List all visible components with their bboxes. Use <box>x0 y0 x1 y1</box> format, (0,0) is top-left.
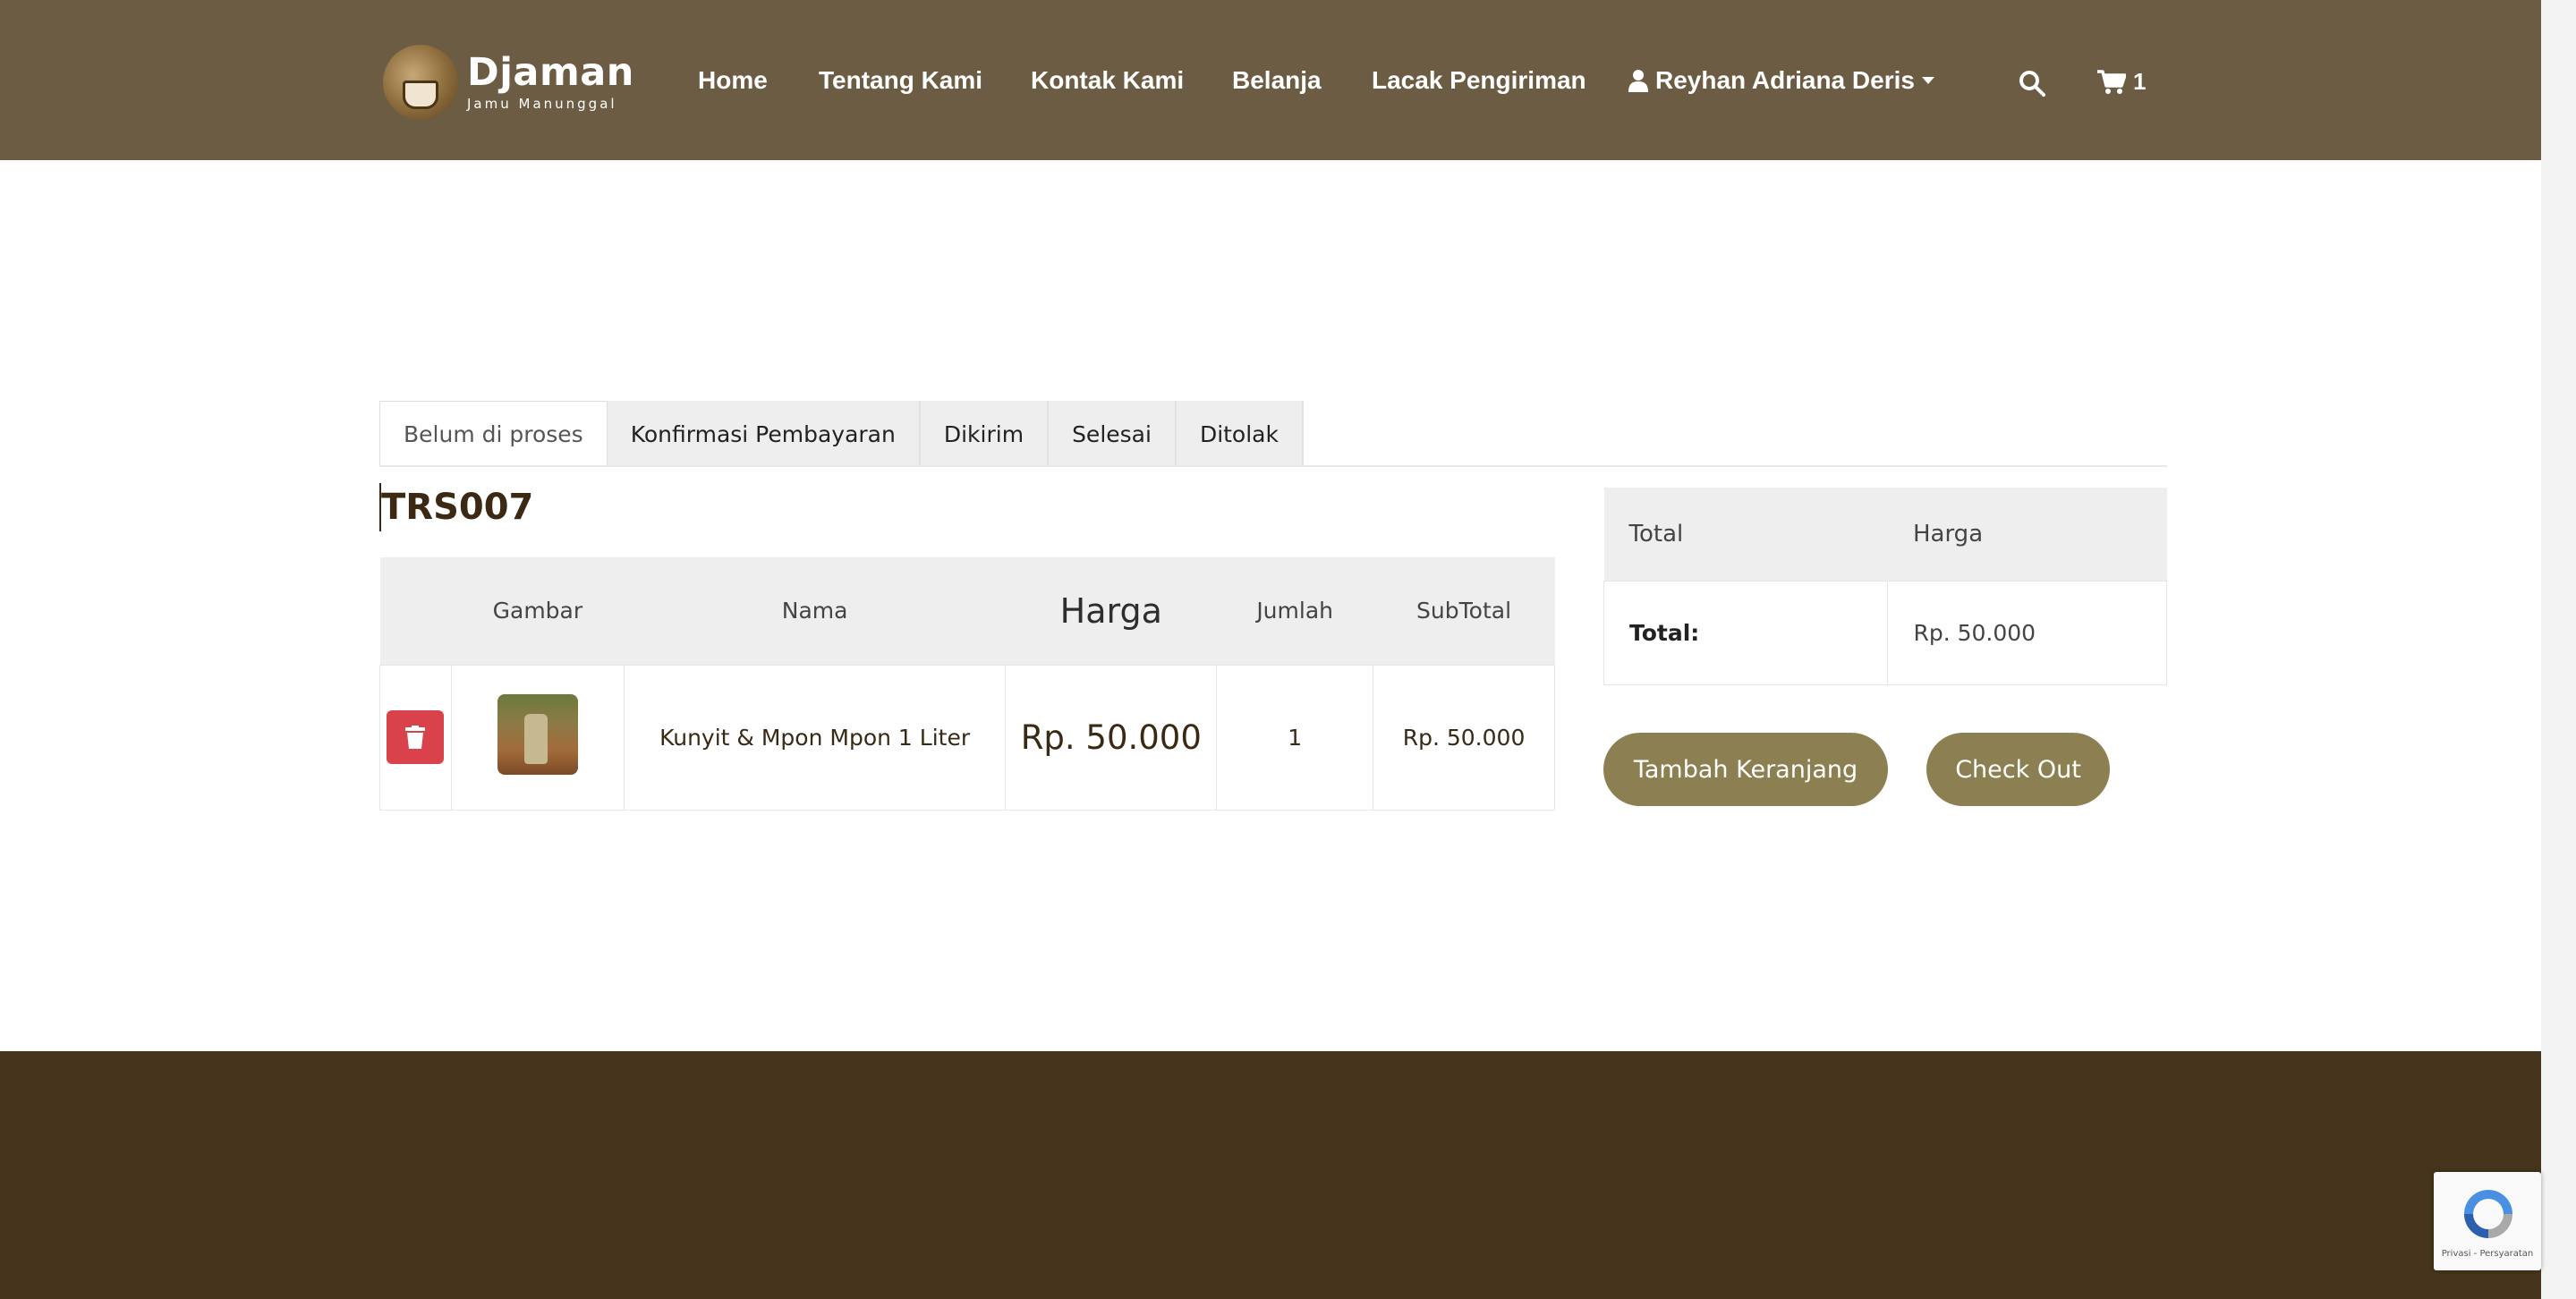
tab-selesai[interactable]: Selesai <box>1049 401 1177 467</box>
tab-belum-di-proses[interactable]: Belum di proses <box>379 401 608 467</box>
nav-belanja[interactable]: Belanja <box>1232 66 1322 95</box>
summary-header-row: Total Harga <box>1603 488 2167 581</box>
nav-tentang-kami[interactable]: Tentang Kami <box>819 66 982 95</box>
row-action-cell <box>379 664 452 811</box>
summary-col-harga: Harga <box>1887 488 2167 581</box>
add-cart-button[interactable]: Tambah Keranjang <box>1603 733 1888 806</box>
tab-konfirmasi-pembayaran[interactable]: Konfirmasi Pembayaran <box>607 401 921 467</box>
user-icon <box>1628 70 1648 92</box>
brand-title: Djaman <box>467 50 634 95</box>
nav-home[interactable]: Home <box>698 66 768 95</box>
total-label: Total: <box>1603 580 1889 685</box>
page-scrollbar[interactable] <box>2541 0 2576 1299</box>
logo-icon <box>383 45 458 120</box>
brand-subtitle: Jamu Manunggal <box>467 96 617 112</box>
delete-button[interactable] <box>387 710 445 764</box>
recaptcha-icon <box>2464 1190 2512 1238</box>
row-image-cell <box>450 664 625 811</box>
order-id: TRS007 <box>379 483 533 531</box>
cart-count: 1 <box>2133 68 2147 95</box>
cart-button[interactable]: 1 <box>2097 68 2146 96</box>
summary-table: Total Harga Total: Rp. 50.000 <box>1603 488 2167 685</box>
search-icon[interactable] <box>2019 70 2045 97</box>
trash-icon <box>405 726 426 749</box>
col-subtotal: SubTotal <box>1373 557 1555 665</box>
product-qty: 1 <box>1216 664 1374 811</box>
nav-kontak-kami[interactable]: Kontak Kami <box>1031 66 1184 95</box>
brand-logo[interactable]: Djaman Jamu Manunggal <box>383 45 634 120</box>
col-gambar: Gambar <box>451 557 625 665</box>
header: Djaman Jamu Manunggal Home Tentang Kami … <box>0 0 2541 160</box>
col-action <box>379 557 452 665</box>
table-row: Kunyit & Mpon Mpon 1 Liter Rp. 50.000 1 … <box>379 664 1555 811</box>
footer <box>0 1051 2541 1299</box>
page: Djaman Jamu Manunggal Home Tentang Kami … <box>0 0 2576 1299</box>
recaptcha-text: Privasi - Persyaratan <box>2441 1249 2534 1259</box>
user-dropdown[interactable]: Reyhan Adriana Deris <box>1628 66 1934 95</box>
tab-ditolak[interactable]: Ditolak <box>1176 401 1304 467</box>
col-harga: Harga <box>1005 557 1217 665</box>
nav-lacak-pengiriman[interactable]: Lacak Pengiriman <box>1372 66 1586 95</box>
col-jumlah: Jumlah <box>1216 557 1373 665</box>
user-name: Reyhan Adriana Deris <box>1655 66 1915 94</box>
product-name: Kunyit & Mpon Mpon 1 Liter <box>623 664 1007 811</box>
cart-icon <box>2097 69 2126 94</box>
chevron-down-icon <box>1921 77 1934 84</box>
total-value: Rp. 50.000 <box>1887 580 2167 685</box>
summary-col-total: Total <box>1603 488 1888 581</box>
table-header-row: Gambar Nama Harga Jumlah SubTotal <box>379 557 1555 665</box>
tab-dikirim[interactable]: Dikirim <box>920 401 1050 467</box>
product-subtotal: Rp. 50.000 <box>1373 664 1555 811</box>
order-status-tabs: Belum di proses Konfirmasi Pembayaran Di… <box>379 401 1304 467</box>
tabs-divider <box>379 465 2167 467</box>
recaptcha-badge[interactable]: Privasi - Persyaratan <box>2434 1172 2541 1270</box>
checkout-button[interactable]: Check Out <box>1926 733 2110 806</box>
col-nama: Nama <box>624 557 1006 665</box>
summary-row: Total: Rp. 50.000 <box>1603 580 2167 685</box>
cart-table: Gambar Nama Harga Jumlah SubTotal Kunyit… <box>379 557 1555 811</box>
product-price: Rp. 50.000 <box>1005 664 1218 811</box>
product-image[interactable] <box>497 694 578 775</box>
